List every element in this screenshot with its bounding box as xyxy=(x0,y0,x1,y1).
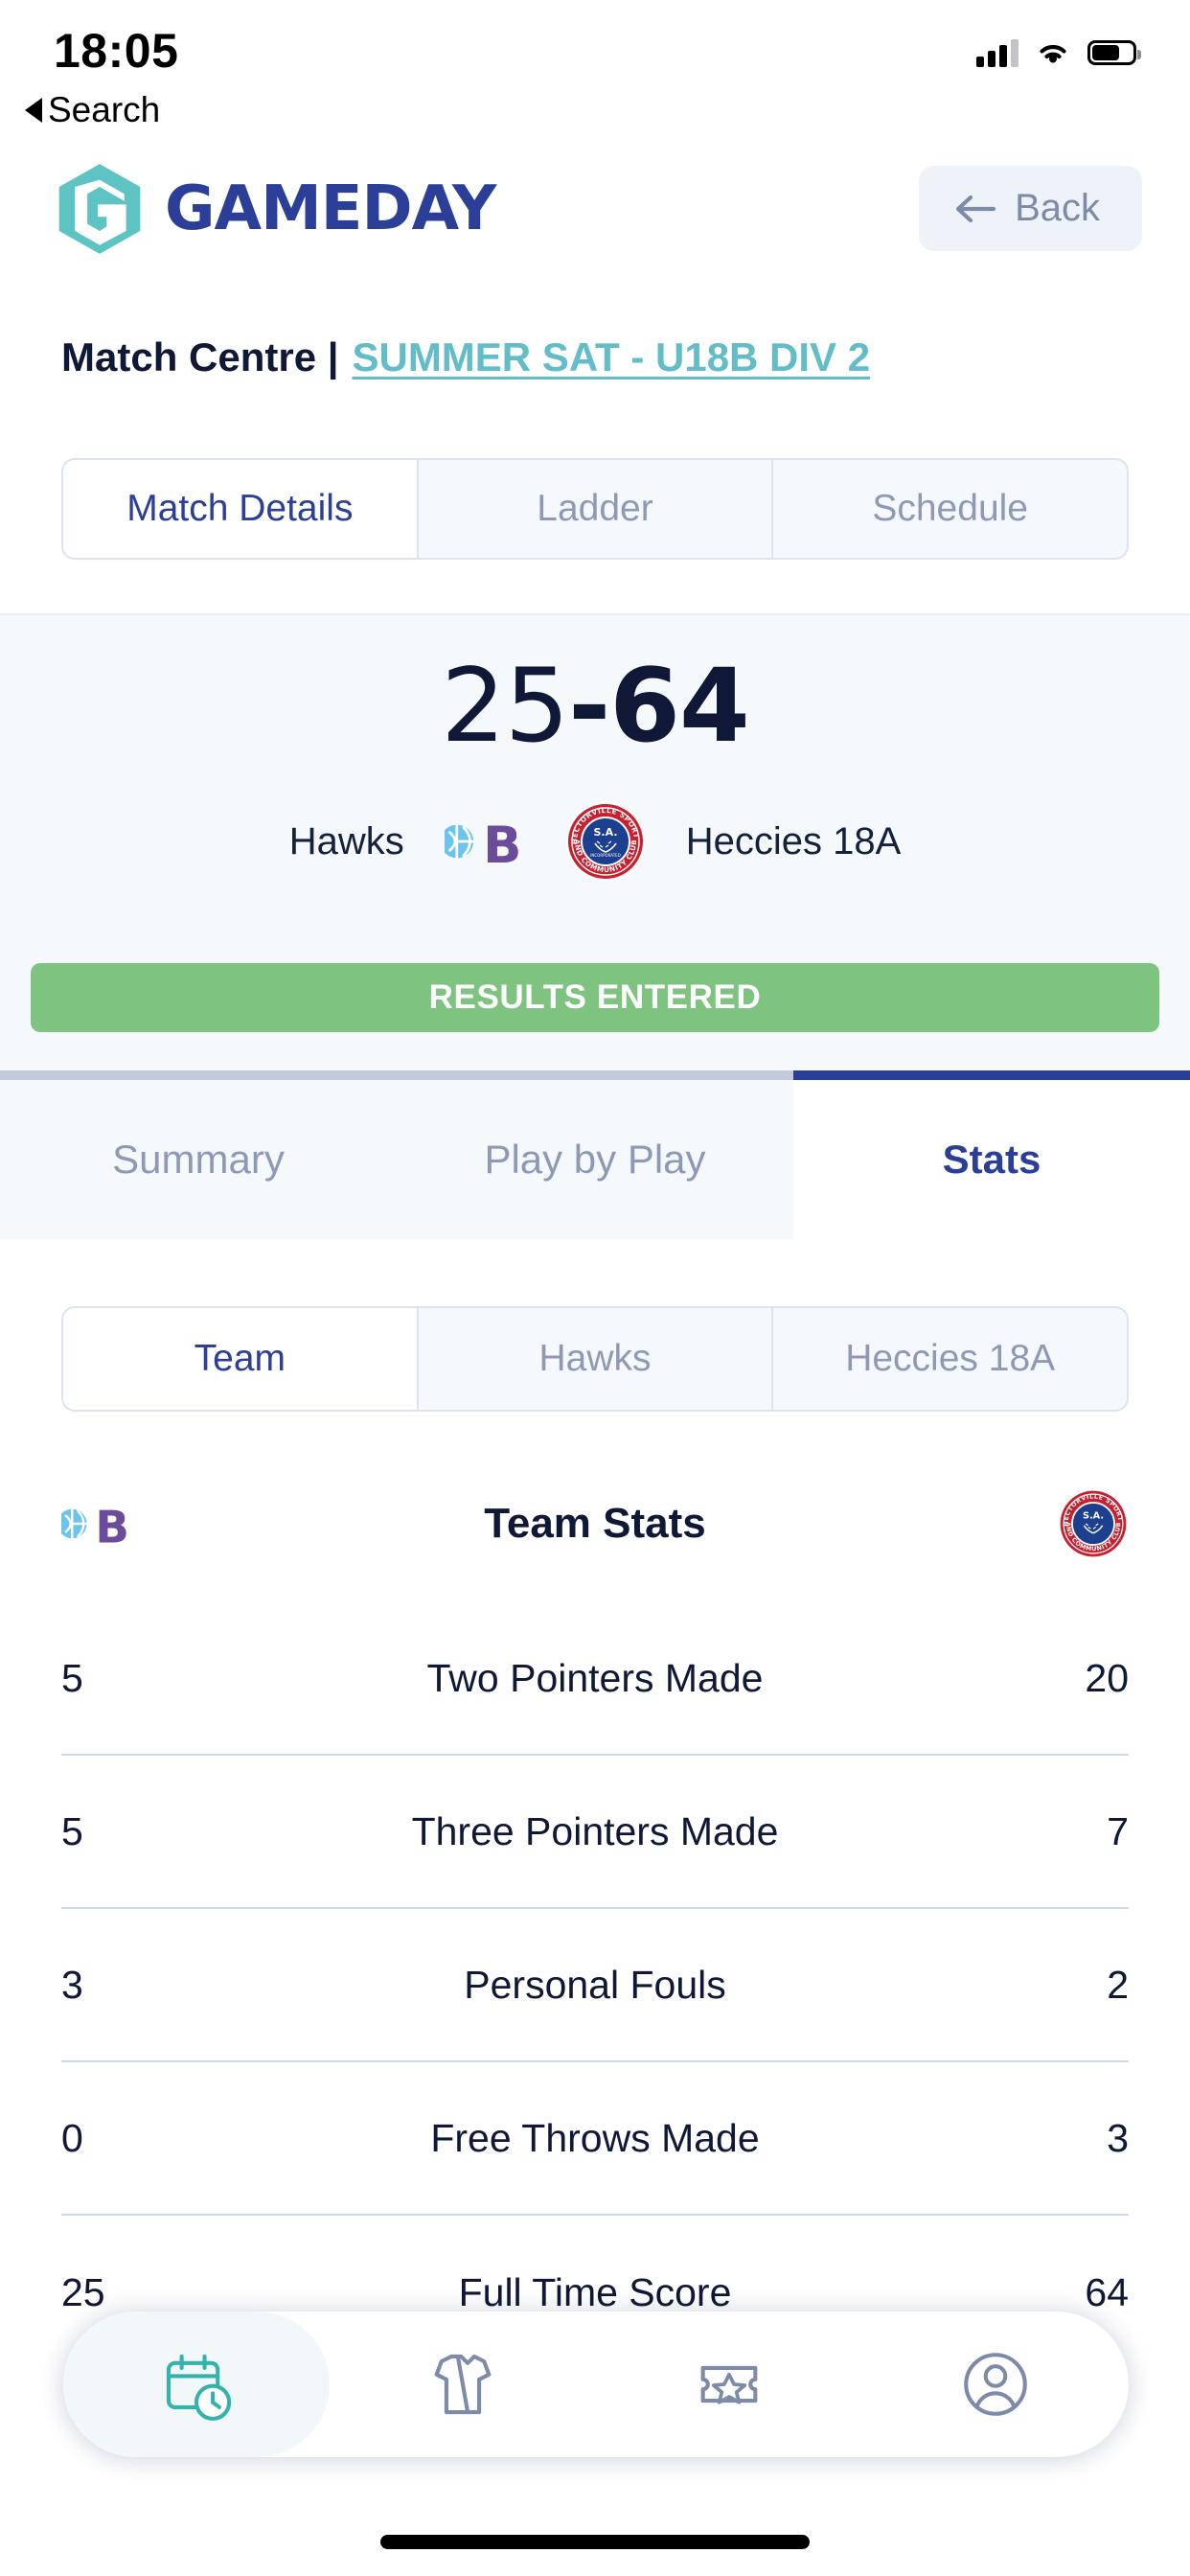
away-score: 64 xyxy=(609,647,750,765)
stats-tab-hawks[interactable]: Hawks xyxy=(418,1308,774,1410)
back-button[interactable]: Back xyxy=(919,166,1142,251)
segment-summary[interactable]: Summary xyxy=(0,1070,397,1239)
return-to-search-link[interactable]: Search xyxy=(25,90,160,130)
tab-match-details[interactable]: Match Details xyxy=(63,460,419,558)
breadcrumb-competition-link[interactable]: SUMMER SAT - U18B DIV 2 xyxy=(352,334,870,380)
home-value: 0 xyxy=(61,2115,83,2160)
calendar-clock-icon xyxy=(166,2354,232,2421)
app-header: GAMEDAY Back xyxy=(0,149,1190,268)
stat-label: Full Time Score xyxy=(458,2269,732,2314)
bottom-navigation-bar xyxy=(63,2312,1129,2457)
arrow-left-icon xyxy=(955,195,996,222)
svg-text:B: B xyxy=(95,1502,129,1553)
away-team-name: Heccies 18A xyxy=(685,819,902,862)
hectorville-sports-community-club-crest: S.A. HECTORVILLE SPORTS AND COMMUNITY CL… xyxy=(1058,1488,1129,1559)
brand-logo: GAMEDAY xyxy=(56,162,496,256)
breadcrumb: Match Centre | SUMMER SAT - U18B DIV 2 xyxy=(61,334,870,380)
app-screen: 18:05 Search GAMEDAY Back Match Centre |… xyxy=(0,0,1190,2576)
stats-tab-group: Team Hawks Heccies 18A xyxy=(61,1306,1129,1412)
svg-text:B: B xyxy=(483,816,521,875)
home-indicator xyxy=(380,2535,810,2549)
home-value: 25 xyxy=(61,2269,105,2314)
stats-tab-heccies[interactable]: Heccies 18A xyxy=(773,1308,1127,1410)
breadcrumb-prefix: Match Centre | xyxy=(61,334,339,380)
status-bar: 18:05 xyxy=(0,0,1190,96)
primary-tab-group: Match Details Ladder Schedule xyxy=(61,458,1129,560)
team-stats-list: 5 Two Pointers Made 20 5 Three Pointers … xyxy=(61,1602,1129,2369)
nav-item-events[interactable] xyxy=(596,2312,862,2457)
table-row: 5 Three Pointers Made 7 xyxy=(61,1756,1129,1909)
segment-tab-group: Summary Play by Play Stats xyxy=(0,1070,1190,1239)
svg-text:S.A.: S.A. xyxy=(593,826,617,839)
match-score: 25-64 xyxy=(0,647,1190,765)
stat-label: Personal Fouls xyxy=(464,1962,726,2007)
score-separator: - xyxy=(568,647,610,765)
away-value: 20 xyxy=(1085,1655,1129,1700)
nav-item-teams[interactable] xyxy=(330,2312,596,2457)
status-badge: RESULTS ENTERED xyxy=(31,963,1159,1032)
battery-icon xyxy=(1087,40,1141,65)
away-value: 7 xyxy=(1107,1808,1129,1853)
stat-label: Two Pointers Made xyxy=(426,1655,764,1700)
gameday-hex-g-logo xyxy=(58,163,141,254)
home-value: 5 xyxy=(61,1655,83,1700)
team-row: Hawks B S.A. INCORPORATED HECTORVILLE SP… xyxy=(0,801,1190,882)
svg-text:INCORPORATED: INCORPORATED xyxy=(590,853,621,858)
table-row: 5 Two Pointers Made 20 xyxy=(61,1602,1129,1756)
tab-schedule[interactable]: Schedule xyxy=(773,460,1127,558)
tab-ladder[interactable]: Ladder xyxy=(418,460,774,558)
return-label: Search xyxy=(48,90,161,129)
cellular-signal-icon xyxy=(976,38,1018,67)
away-value: 3 xyxy=(1107,2115,1129,2160)
home-team-name: Hawks xyxy=(288,819,404,862)
segment-play-by-play[interactable]: Play by Play xyxy=(397,1070,793,1239)
away-value: 2 xyxy=(1107,1962,1129,2007)
brand-wordmark: GAMEDAY xyxy=(165,172,496,244)
nav-item-profile[interactable] xyxy=(862,2312,1129,2457)
away-value: 64 xyxy=(1085,2269,1129,2314)
svg-text:S.A.: S.A. xyxy=(1083,1511,1104,1522)
nav-item-fixtures[interactable] xyxy=(63,2312,330,2457)
segment-stats[interactable]: Stats xyxy=(793,1070,1190,1239)
hawks-basketball-b-crest: B xyxy=(444,816,521,875)
table-row: 0 Free Throws Made 3 xyxy=(61,2062,1129,2216)
back-triangle-icon xyxy=(25,98,42,123)
home-value: 3 xyxy=(61,1962,83,2007)
hawks-basketball-b-crest: B xyxy=(61,1502,129,1553)
wifi-icon xyxy=(1040,44,1066,63)
hectorville-sports-community-club-crest: S.A. INCORPORATED HECTORVILLE SPORTS AND… xyxy=(565,801,645,881)
home-value: 5 xyxy=(61,1808,83,1853)
account-circle-icon xyxy=(964,2353,1027,2416)
status-indicators xyxy=(976,38,1141,67)
status-time: 18:05 xyxy=(54,24,179,78)
ticket-star-icon xyxy=(700,2365,758,2404)
team-stats-header: B Team Stats S.A. HECTORVILLE SPORTS AND… xyxy=(0,1466,1190,1581)
stat-label: Three Pointers Made xyxy=(411,1808,779,1853)
scoreboard: 25-64 Hawks B S.A. INCORPORATED HECTORVI… xyxy=(0,613,1190,1070)
stat-label: Free Throws Made xyxy=(430,2115,760,2160)
jersey-icon xyxy=(434,2354,492,2415)
home-score: 25 xyxy=(441,647,569,765)
team-stats-title: Team Stats xyxy=(484,1500,706,1547)
stats-tab-team[interactable]: Team xyxy=(63,1308,419,1410)
table-row: 3 Personal Fouls 2 xyxy=(61,1909,1129,2062)
back-button-label: Back xyxy=(1015,187,1100,229)
